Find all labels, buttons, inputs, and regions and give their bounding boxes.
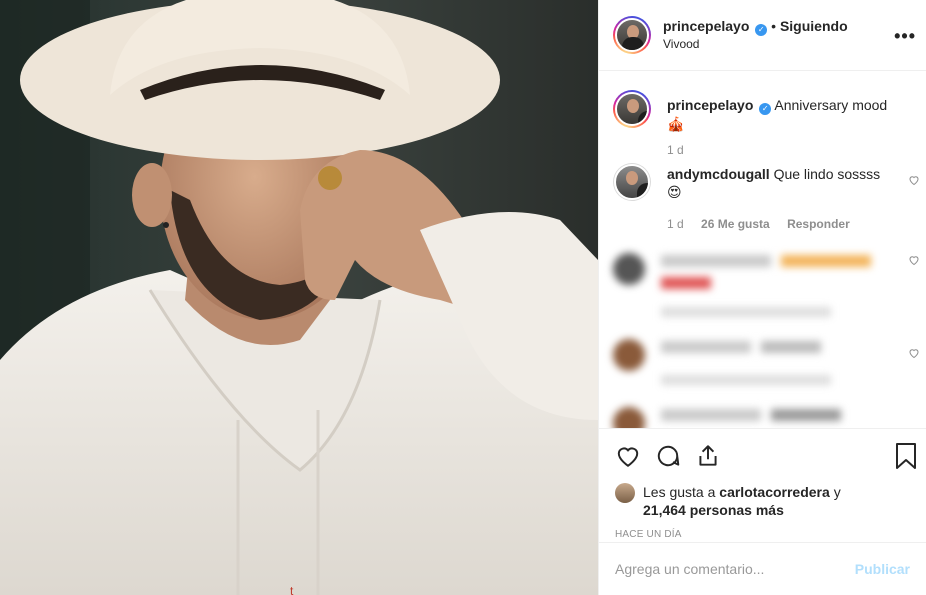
post-timestamp[interactable]: HACE UN DÍA	[615, 529, 910, 540]
comment-heart-icon[interactable]	[908, 174, 920, 186]
comment-input[interactable]: Agrega un comentario...	[615, 561, 855, 577]
liker-username[interactable]: carlotacorredera	[719, 484, 830, 500]
publish-button[interactable]: Publicar	[855, 561, 910, 577]
post-photo[interactable]: t	[0, 0, 598, 595]
post-location[interactable]: Vivood	[663, 36, 848, 52]
comment-username[interactable]: andymcdougall	[667, 166, 770, 182]
post-panel: princepelayo ✓ • Siguiendo Vivood ••• pr…	[598, 0, 926, 595]
more-dots-icon[interactable]: •••	[894, 26, 916, 47]
author-avatar[interactable]	[613, 16, 651, 54]
comment-heart-icon[interactable]	[908, 254, 920, 266]
comment-item-blurred	[599, 339, 926, 385]
comment-heart-icon[interactable]	[908, 347, 920, 359]
comment-likes[interactable]: 26 Me gusta	[701, 217, 770, 231]
verified-icon: ✓	[759, 103, 772, 115]
comment-item-blurred	[599, 253, 926, 317]
likes-count[interactable]: 21,464 personas más	[643, 502, 784, 518]
comment-item-blurred	[599, 407, 926, 428]
comment-time[interactable]: 1 d	[667, 217, 684, 231]
comments-list[interactable]: princepelayo ✓ Anniversary mood 🎪 1 d an…	[599, 71, 926, 428]
reply-button[interactable]: Responder	[787, 217, 850, 231]
dot-separator: •	[771, 18, 780, 34]
verified-icon: ✓	[755, 24, 768, 36]
following-button[interactable]: Siguiendo	[780, 18, 848, 34]
add-comment-bar: Agrega un comentario... Publicar	[599, 542, 926, 595]
comment-icon[interactable]	[655, 443, 681, 469]
share-icon[interactable]	[695, 443, 721, 469]
caption-text: Anniversary mood	[774, 97, 888, 113]
comment-text: Que lindo sossss	[773, 166, 881, 182]
caption-time[interactable]: 1 d	[667, 141, 890, 159]
caption-username[interactable]: princepelayo	[667, 97, 753, 113]
comment-avatar[interactable]	[613, 163, 651, 201]
comment-item: andymcdougall Que lindo sossss 😍 1 d 26 …	[599, 163, 926, 233]
post-actions: Les gusta a carlotacorredera y 21,464 pe…	[599, 428, 926, 540]
bookmark-icon[interactable]	[894, 442, 918, 470]
caption-avatar[interactable]	[613, 90, 651, 128]
likes-prefix: Les gusta a	[643, 484, 716, 500]
post-image: t	[0, 0, 598, 595]
caption: princepelayo ✓ Anniversary mood 🎪 1 d	[599, 90, 926, 159]
likes-connector: y	[833, 484, 841, 500]
post-header: princepelayo ✓ • Siguiendo Vivood •••	[599, 0, 926, 71]
caption-emoji: 🎪	[667, 116, 685, 132]
author-username[interactable]: princepelayo	[663, 18, 749, 34]
comment-emoji: 😍	[667, 184, 682, 200]
likes-summary: Les gusta a carlotacorredera y 21,464 pe…	[615, 483, 910, 519]
comment-meta: 1 d 26 Me gusta Responder	[667, 215, 890, 233]
instagram-post: t princepelayo ✓ • Siguiendo Vivood •••	[0, 0, 926, 595]
liker-avatar[interactable]	[615, 483, 635, 503]
heart-icon[interactable]	[615, 443, 641, 469]
author-info: princepelayo ✓ • Siguiendo Vivood	[663, 18, 848, 52]
